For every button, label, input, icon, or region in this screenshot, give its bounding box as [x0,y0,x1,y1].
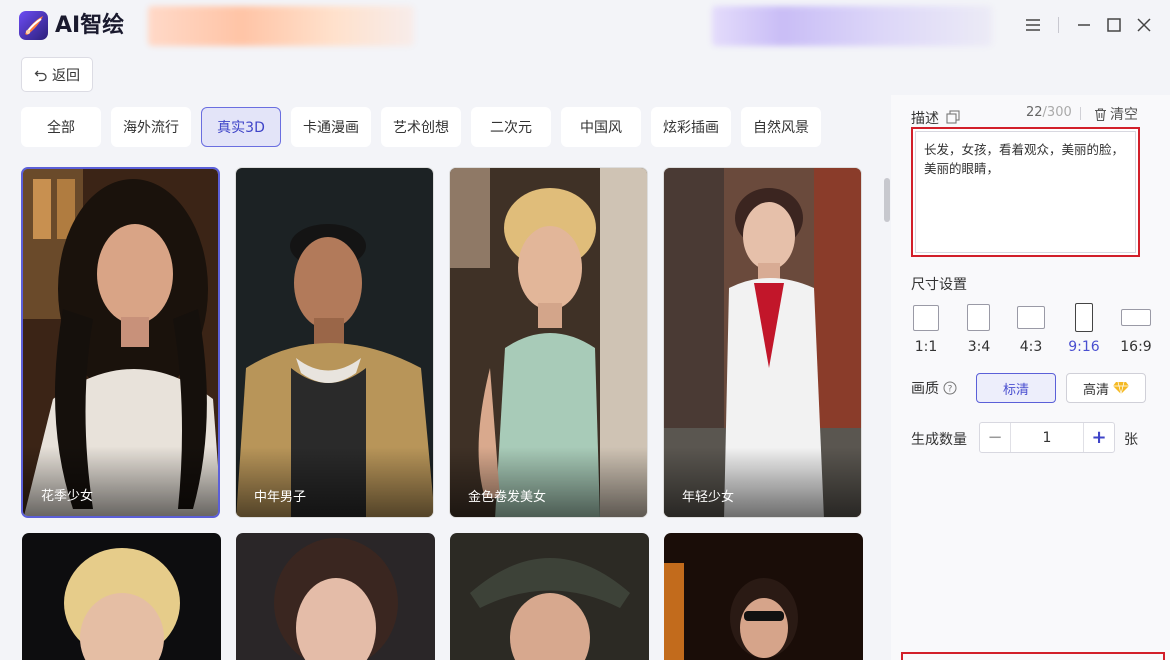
tab-cartoon-comic[interactable]: 卡通漫画 [291,107,371,147]
size-label-4-3: 4:3 [1019,339,1043,355]
size-option-1-1[interactable] [906,303,946,333]
size-label-9-16: 9:16 [1068,339,1100,355]
vip-diamond-icon [1113,381,1129,395]
decrement-button[interactable]: − [980,423,1011,452]
portrait-image [236,533,435,660]
quality-hd-label: 高清 [1082,382,1109,398]
counter-divider [1080,107,1081,120]
description-label: 描述 [911,111,939,127]
increment-button[interactable]: + [1083,423,1114,452]
tab-chinese-style[interactable]: 中国风 [561,107,641,147]
size-label-16-9: 16:9 [1120,339,1152,355]
size-option-9-16[interactable] [1064,303,1104,333]
size-label-1-1: 1:1 [914,339,938,355]
gallery-card[interactable]: 中年男子 [235,167,434,518]
tab-overseas-popular[interactable]: 海外流行 [111,107,191,147]
card-caption: 金色卷发美女 [468,490,547,505]
quality-standard-label: 标清 [1002,382,1029,398]
card-caption: 花季少女 [41,489,94,504]
minimize-icon[interactable] [1074,15,1094,35]
card-caption: 年轻少女 [682,490,735,505]
tab-art-creative[interactable]: 艺术创想 [381,107,461,147]
portrait-image [450,533,649,660]
size-option-16-9[interactable] [1116,303,1156,333]
tab-anime[interactable]: 二次元 [471,107,551,147]
maximize-icon[interactable] [1104,15,1124,35]
menu-icon[interactable] [1023,15,1043,35]
caption-shade [664,447,861,517]
quality-label: 画质 [911,381,939,397]
portrait-image [664,533,863,660]
gallery-card[interactable] [236,533,435,660]
quantity-label: 生成数量 [911,432,967,448]
tab-realistic-3d[interactable]: 真实3D [201,107,281,147]
tab-colorful-illustration[interactable]: 炫彩插画 [651,107,731,147]
ratio-3-4-icon [967,304,990,331]
copy-icon[interactable] [946,109,960,124]
tab-all[interactable]: 全部 [21,107,101,147]
caption-shade [23,446,218,516]
gallery-card[interactable]: 花季少女 [21,167,220,518]
blurred-banner-right [712,6,992,46]
gallery-card[interactable] [664,533,863,660]
quantity-unit: 张 [1124,432,1138,448]
close-icon[interactable] [1134,15,1154,35]
char-count: 22 [1026,105,1043,120]
card-caption: 中年男子 [254,490,307,505]
undo-arrow-icon [34,70,47,81]
portrait-image [22,533,221,660]
title-bar: AI智绘 [0,0,1170,50]
gallery-card[interactable] [22,533,221,660]
gallery-card[interactable]: 金色卷发美女 [449,167,648,518]
caption-shade [450,447,647,517]
caption-shade [236,447,433,517]
clear-button-label: 清空 [1110,107,1138,123]
gallery-scrollbar[interactable] [884,178,890,222]
ratio-9-16-icon [1075,303,1093,332]
generate-button-highlight [901,652,1165,660]
ratio-4-3-icon [1017,306,1045,329]
help-icon[interactable]: ? [943,380,957,395]
quantity-value[interactable]: 1 [1011,423,1083,452]
size-settings-label: 尺寸设置 [911,277,967,293]
window-controls-divider [1058,17,1059,33]
description-input[interactable]: 长发，女孩，看着观众，美丽的脸，美丽的眼睛， [915,131,1136,253]
char-max: /300 [1042,105,1072,120]
ratio-1-1-icon [913,305,939,331]
gallery-card[interactable] [450,533,649,660]
clear-button[interactable]: 清空 [1093,104,1138,124]
app-logo [19,11,48,40]
char-counter: 22/300 [1026,105,1072,120]
ratio-16-9-icon [1121,309,1151,326]
gallery-card[interactable]: 年轻少女 [663,167,862,518]
quality-hd-button[interactable]: 高清 [1066,373,1146,403]
size-option-4-3[interactable] [1011,303,1051,333]
trash-icon [1095,107,1106,121]
size-option-3-4[interactable] [959,303,999,333]
svg-text:?: ? [948,385,953,395]
size-label-3-4: 3:4 [967,339,991,355]
app-title: AI智绘 [55,13,125,38]
blurred-banner-left [148,6,414,46]
quantity-stepper: − 1 + [979,422,1115,453]
quality-standard-button[interactable]: 标清 [976,373,1056,403]
back-button[interactable]: 返回 [21,57,93,92]
description-highlight: 长发，女孩，看着观众，美丽的脸，美丽的眼睛， [911,127,1140,257]
back-button-label: 返回 [52,67,80,84]
tab-nature-landscape[interactable]: 自然风景 [741,107,821,147]
